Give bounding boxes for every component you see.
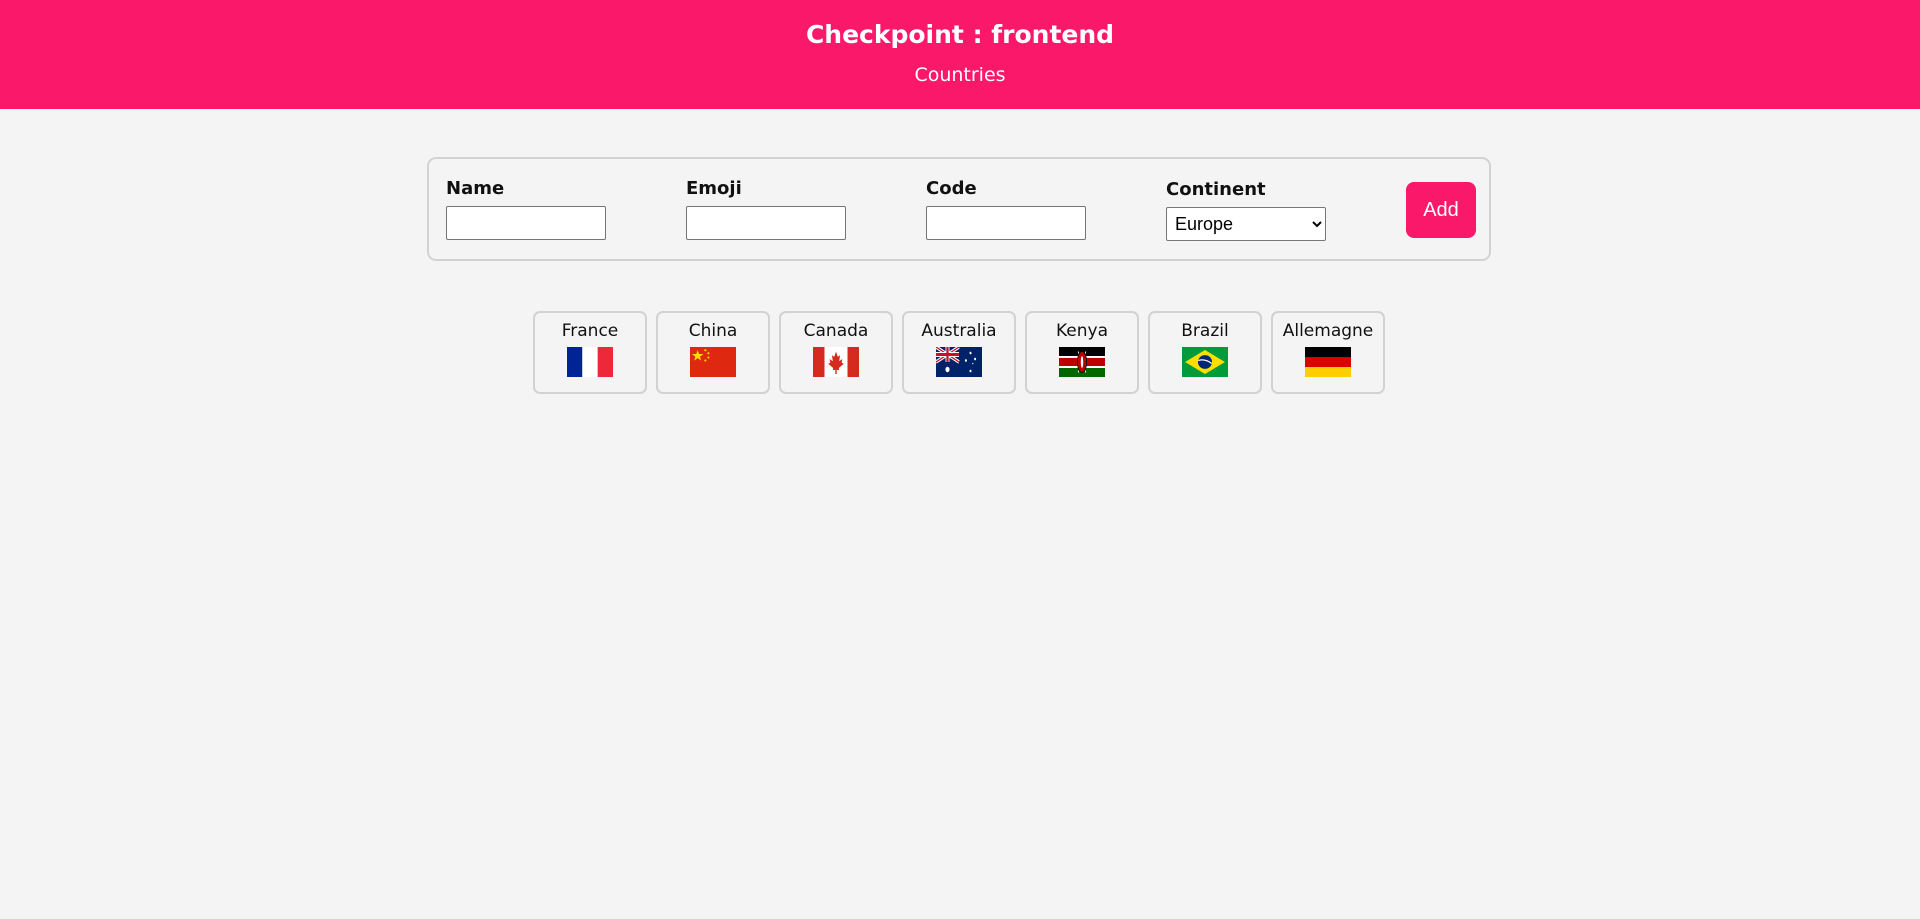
continent-field-group: Continent Europe [1166, 179, 1326, 241]
emoji-input[interactable] [686, 206, 846, 240]
page-header: Checkpoint : frontend Countries [0, 0, 1920, 109]
name-label: Name [446, 178, 505, 199]
code-input[interactable] [926, 206, 1086, 240]
country-card-kenya[interactable]: Kenya [1025, 311, 1139, 394]
page-title: Checkpoint : frontend [805, 20, 1115, 49]
page-subtitle: Countries [914, 64, 1006, 86]
emoji-field-group: Emoji [686, 178, 846, 240]
country-card-australia[interactable]: Australia [902, 311, 1016, 394]
country-name: Brazil [1181, 321, 1229, 341]
china-flag-icon [690, 347, 736, 377]
country-name: Canada [803, 321, 869, 341]
canada-flag-icon [813, 347, 859, 377]
emoji-label: Emoji [686, 178, 742, 199]
code-field-group: Code [926, 178, 1086, 240]
add-button[interactable]: Add [1406, 182, 1476, 238]
country-name: Australia [921, 321, 997, 341]
australia-flag-icon [936, 347, 982, 377]
country-name: Allemagne [1282, 321, 1374, 341]
code-label: Code [926, 178, 977, 199]
brazil-flag-icon [1182, 347, 1228, 377]
country-card-china[interactable]: China [656, 311, 770, 394]
country-card-allemagne[interactable]: Allemagne [1271, 311, 1385, 394]
france-flag-icon [567, 347, 613, 377]
country-card-canada[interactable]: Canada [779, 311, 893, 394]
name-field-group: Name [446, 178, 606, 240]
name-input[interactable] [446, 206, 606, 240]
country-list: France China Canada Australia Kenya Braz… [533, 311, 1385, 394]
germany-flag-icon [1305, 347, 1351, 377]
add-country-form: Name Emoji Code Continent Europe Add [427, 157, 1491, 261]
continent-select[interactable]: Europe [1166, 207, 1326, 241]
country-card-brazil[interactable]: Brazil [1148, 311, 1262, 394]
country-name: China [688, 321, 738, 341]
continent-label: Continent [1166, 179, 1266, 200]
country-name: France [561, 321, 619, 341]
kenya-flag-icon [1059, 347, 1105, 377]
country-name: Kenya [1055, 321, 1108, 341]
country-card-france[interactable]: France [533, 311, 647, 394]
